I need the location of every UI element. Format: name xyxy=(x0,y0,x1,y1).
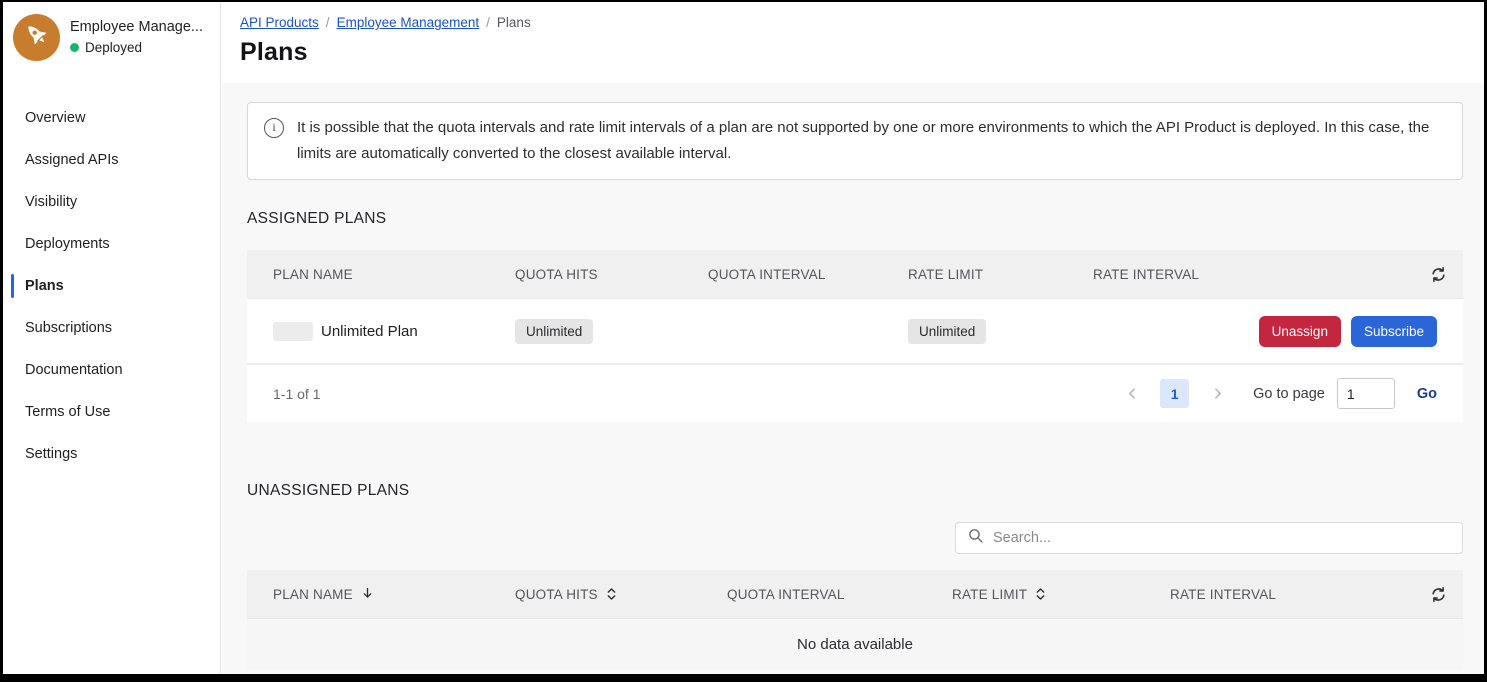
app-window: Employee Manage... Deployed Overview Ass… xyxy=(0,0,1487,682)
status-label: Deployed xyxy=(85,40,142,55)
go-button[interactable]: Go xyxy=(1417,386,1437,402)
unassigned-plans-table: PLAN NAME QUOTA HITS QUOTA INTERVAL RATE… xyxy=(247,570,1463,670)
sidebar-nav: Overview Assigned APIs Visibility Deploy… xyxy=(3,97,220,475)
column-header-rate-limit: RATE LIMIT xyxy=(908,267,1093,282)
sidebar-item-settings[interactable]: Settings xyxy=(3,433,220,475)
breadcrumb-separator: / xyxy=(486,15,490,30)
status-dot-icon xyxy=(70,43,79,52)
page-title: Plans xyxy=(240,38,1484,67)
product-header: Employee Manage... Deployed xyxy=(3,2,220,73)
plan-name-cell: Unlimited Plan xyxy=(273,322,515,341)
sort-descending-icon xyxy=(361,586,374,603)
column-header-quota-interval: QUOTA INTERVAL xyxy=(708,267,908,282)
product-logo xyxy=(13,14,60,61)
column-header-quota-interval: QUOTA INTERVAL xyxy=(727,587,952,602)
assigned-plans-title: ASSIGNED PLANS xyxy=(247,210,1463,228)
sidebar-item-documentation[interactable]: Documentation xyxy=(3,349,220,391)
plan-name: Unlimited Plan xyxy=(321,323,418,340)
search-icon xyxy=(967,527,984,549)
rate-limit-badge: Unlimited xyxy=(908,319,986,344)
sidebar-item-deployments[interactable]: Deployments xyxy=(3,223,220,265)
breadcrumb-link-api-products[interactable]: API Products xyxy=(240,15,319,30)
rate-limit-cell: Unlimited xyxy=(908,319,1093,344)
assigned-plans-table: PLAN NAME QUOTA HITS QUOTA INTERVAL RATE… xyxy=(247,250,1463,422)
sidebar: Employee Manage... Deployed Overview Ass… xyxy=(3,2,221,674)
unassign-button[interactable]: Unassign xyxy=(1259,316,1341,347)
main-content: i It is possible that the quota interval… xyxy=(222,83,1484,674)
sort-both-icon xyxy=(1035,587,1046,601)
row-actions: Unassign Subscribe xyxy=(1259,316,1437,347)
sidebar-item-label: Overview xyxy=(25,110,85,126)
breadcrumb-current: Plans xyxy=(497,15,531,30)
rocket-icon xyxy=(23,21,51,54)
sidebar-item-label: Plans xyxy=(25,278,64,294)
info-icon: i xyxy=(264,118,284,138)
pagination: 1-1 of 1 1 Go to page Go xyxy=(247,364,1463,422)
column-label: QUOTA HITS xyxy=(515,587,598,602)
pagination-controls: 1 Go to page Go xyxy=(1118,378,1437,409)
redacted-text xyxy=(273,322,313,341)
sidebar-item-visibility[interactable]: Visibility xyxy=(3,181,220,223)
product-name: Employee Manage... xyxy=(70,18,203,37)
product-meta: Employee Manage... Deployed xyxy=(70,14,203,55)
sidebar-item-label: Subscriptions xyxy=(25,320,112,336)
chevron-right-icon[interactable] xyxy=(1203,380,1231,408)
empty-state: No data available xyxy=(247,618,1463,670)
pagination-range: 1-1 of 1 xyxy=(273,386,320,402)
info-banner: i It is possible that the quota interval… xyxy=(247,102,1463,180)
refresh-icon[interactable] xyxy=(1430,266,1447,283)
subscribe-button[interactable]: Subscribe xyxy=(1351,316,1437,347)
info-banner-text: It is possible that the quota intervals … xyxy=(297,115,1446,167)
column-header-rate-interval: RATE INTERVAL xyxy=(1170,587,1407,602)
sidebar-item-label: Documentation xyxy=(25,362,123,378)
search-row xyxy=(247,522,1463,554)
search-box xyxy=(955,522,1463,554)
sidebar-item-label: Visibility xyxy=(25,194,77,210)
sidebar-item-plans[interactable]: Plans xyxy=(3,265,220,307)
breadcrumb: API Products / Employee Management / Pla… xyxy=(240,15,1484,30)
breadcrumb-separator: / xyxy=(326,15,330,30)
column-header-rate-limit[interactable]: RATE LIMIT xyxy=(952,587,1170,602)
quota-hits-cell: Unlimited xyxy=(515,319,708,344)
go-to-page-input[interactable] xyxy=(1337,378,1395,409)
unassigned-table-header: PLAN NAME QUOTA HITS QUOTA INTERVAL RATE… xyxy=(247,570,1463,618)
sidebar-item-label: Terms of Use xyxy=(25,404,110,420)
column-header-quota-hits[interactable]: QUOTA HITS xyxy=(515,587,727,602)
deployment-status: Deployed xyxy=(70,40,203,55)
search-input[interactable] xyxy=(993,530,1462,546)
assigned-table-header: PLAN NAME QUOTA HITS QUOTA INTERVAL RATE… xyxy=(247,250,1463,298)
sidebar-item-subscriptions[interactable]: Subscriptions xyxy=(3,307,220,349)
unassigned-plans-title: UNASSIGNED PLANS xyxy=(247,482,1463,500)
sidebar-item-terms-of-use[interactable]: Terms of Use xyxy=(3,391,220,433)
column-header-plan-name: PLAN NAME xyxy=(273,267,515,282)
breadcrumb-link-employee-management[interactable]: Employee Management xyxy=(337,15,480,30)
sidebar-item-assigned-apis[interactable]: Assigned APIs xyxy=(3,139,220,181)
column-label: PLAN NAME xyxy=(273,587,353,602)
column-label: RATE LIMIT xyxy=(952,587,1027,602)
column-header-quota-hits: QUOTA HITS xyxy=(515,267,708,282)
table-row: Unlimited Plan Unlimited Unlimited Unass… xyxy=(247,298,1463,364)
sidebar-item-overview[interactable]: Overview xyxy=(3,97,220,139)
go-to-page-label: Go to page xyxy=(1253,386,1325,402)
sidebar-item-label: Deployments xyxy=(25,236,110,252)
sidebar-item-label: Assigned APIs xyxy=(25,152,119,168)
page-number-button[interactable]: 1 xyxy=(1160,379,1189,408)
quota-hits-badge: Unlimited xyxy=(515,319,593,344)
column-header-rate-interval: RATE INTERVAL xyxy=(1093,267,1407,282)
sidebar-item-label: Settings xyxy=(25,446,77,462)
refresh-icon[interactable] xyxy=(1430,586,1447,603)
chevron-left-icon[interactable] xyxy=(1118,380,1146,408)
column-header-plan-name[interactable]: PLAN NAME xyxy=(273,586,515,603)
sort-both-icon xyxy=(606,587,617,601)
page-header: API Products / Employee Management / Pla… xyxy=(222,2,1484,83)
